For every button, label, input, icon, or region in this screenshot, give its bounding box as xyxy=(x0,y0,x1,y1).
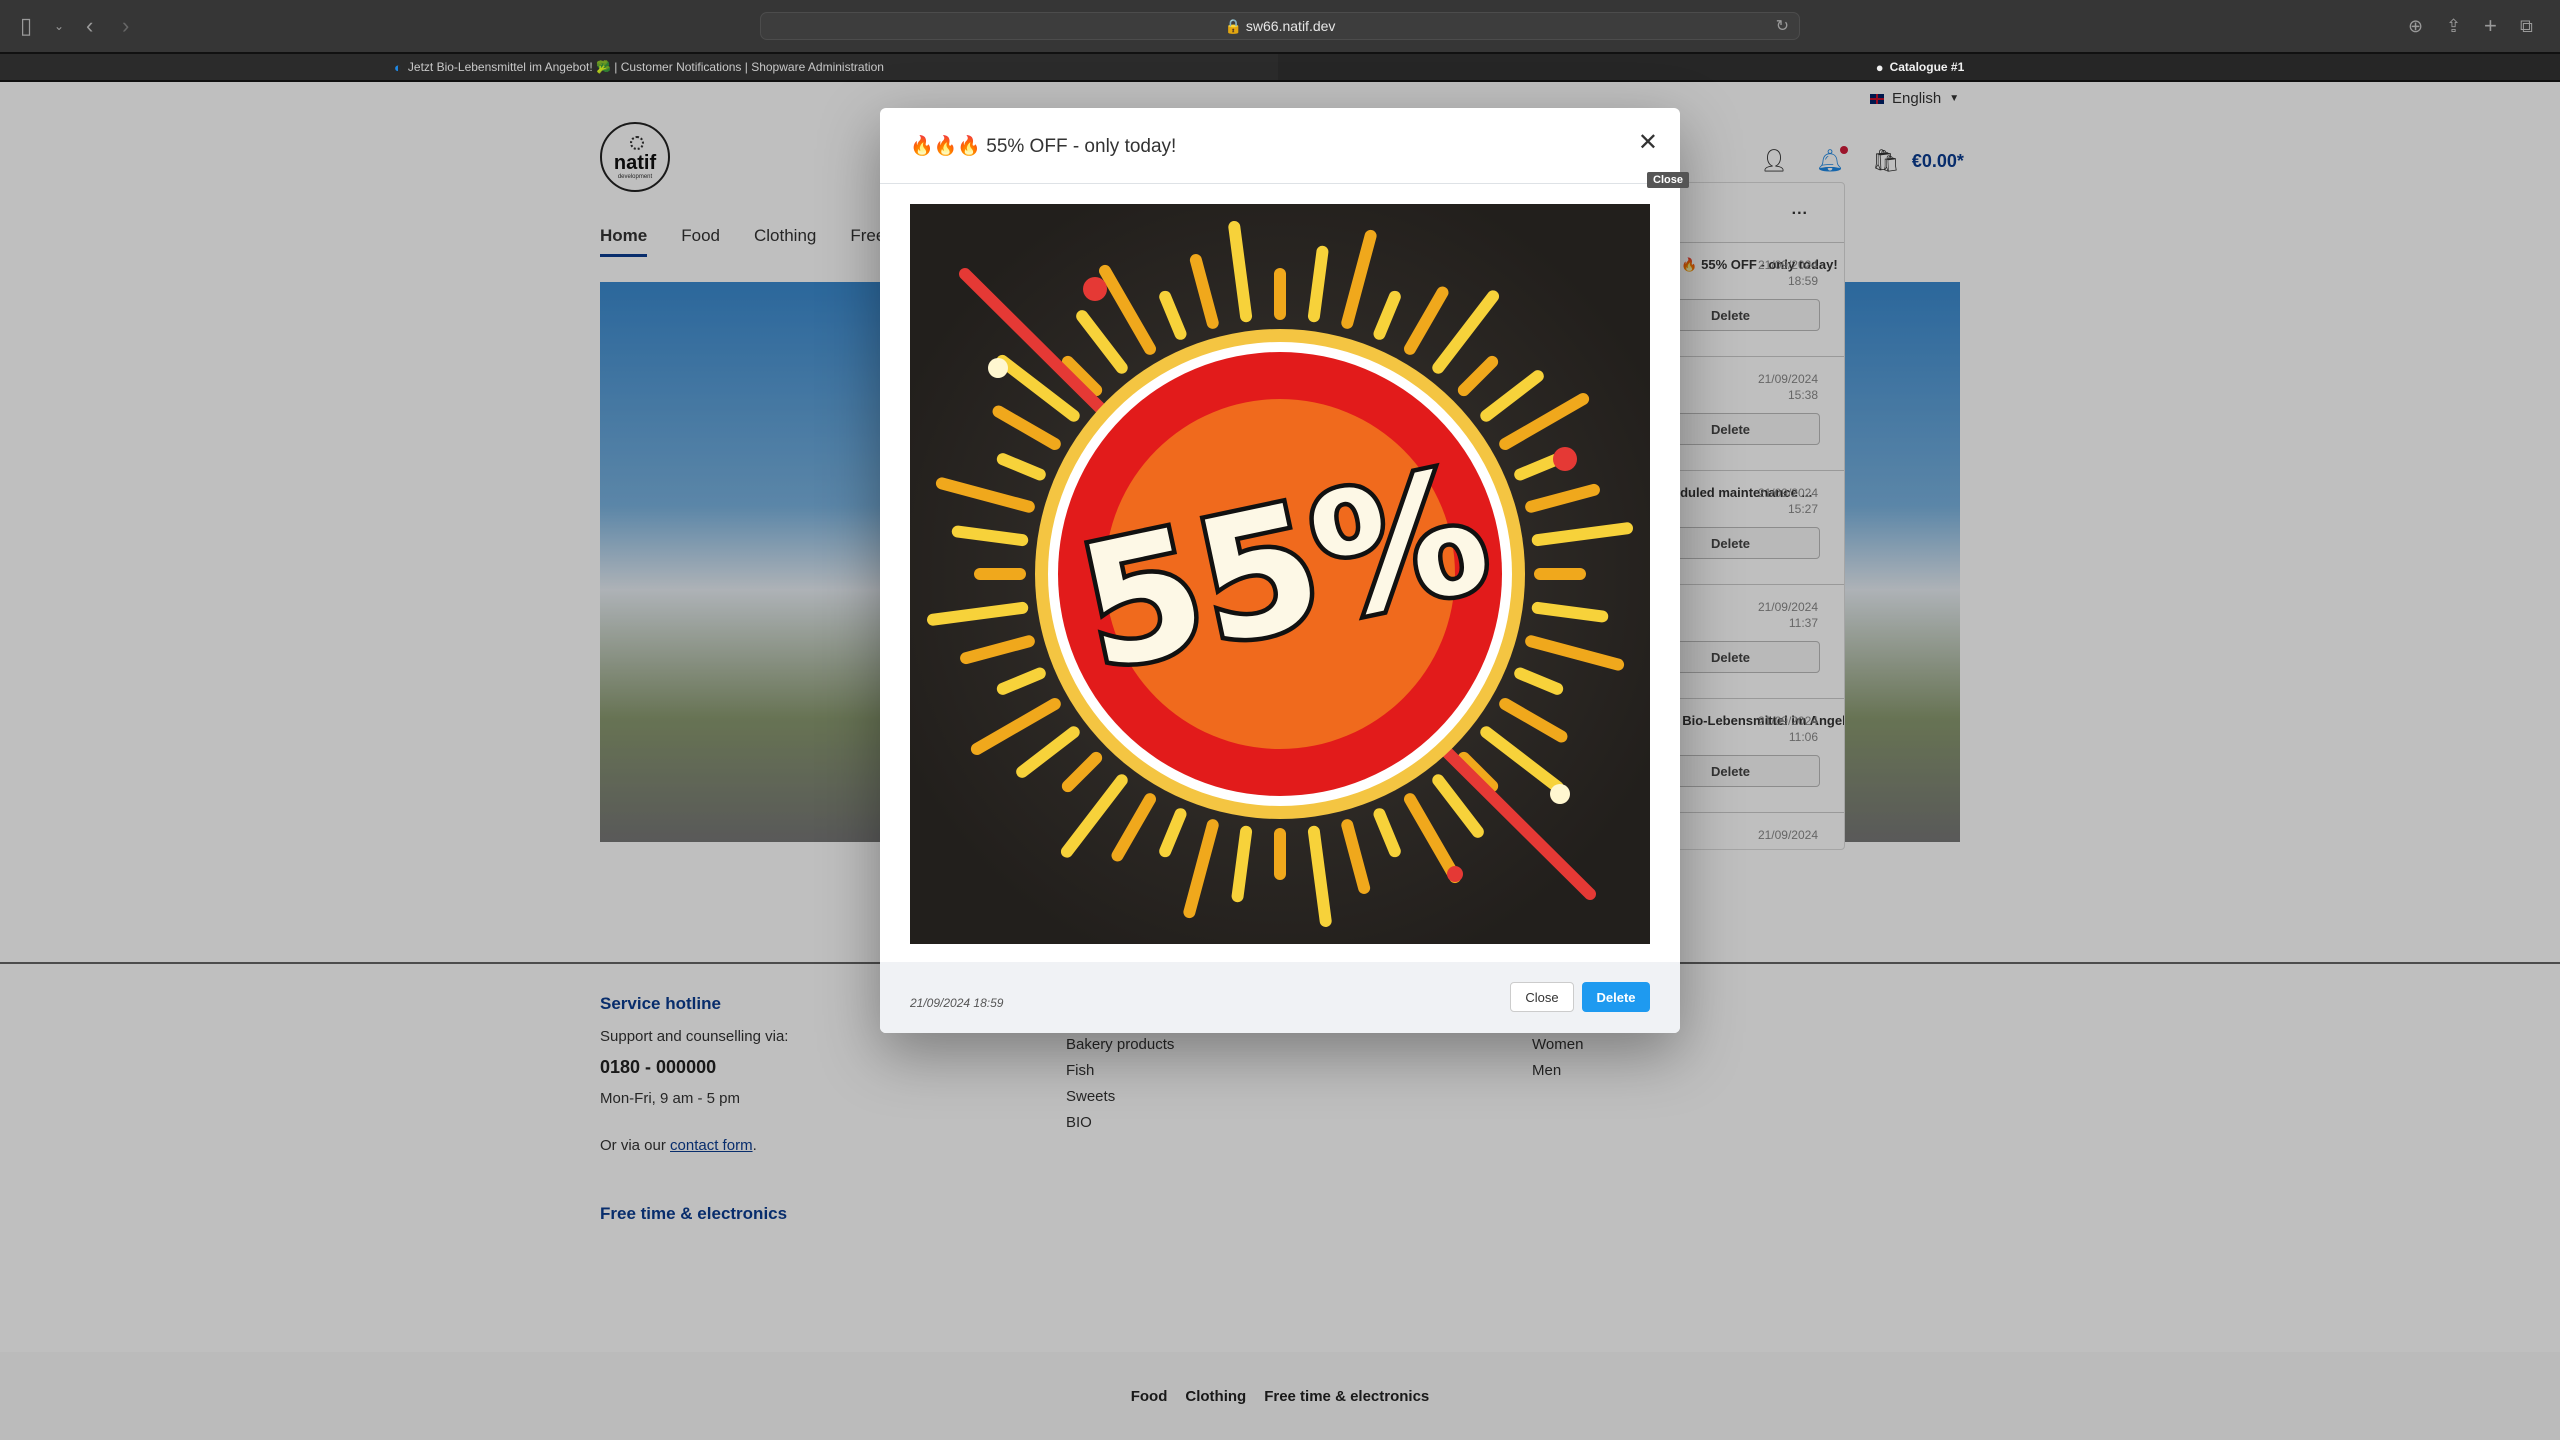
promo-dot xyxy=(1447,866,1463,882)
tab-label: Jetzt Bio-Lebensmittel im Angebot! 🥦 | C… xyxy=(407,60,884,74)
promo-ray xyxy=(1480,370,1544,422)
promo-ray xyxy=(1341,229,1377,329)
promo-ray xyxy=(1159,290,1187,340)
promo-ray xyxy=(1432,290,1500,374)
promo-ray xyxy=(1480,726,1564,794)
promo-ray xyxy=(1514,453,1564,481)
promo-ray xyxy=(1111,793,1156,862)
lock-icon: 🔒 xyxy=(1224,18,1243,34)
promo-ray xyxy=(1404,286,1449,355)
modal-header: 🔥🔥🔥 55% OFF - only today! ✕ xyxy=(880,108,1680,184)
promo-ray xyxy=(951,525,1029,547)
promo-ray xyxy=(1373,290,1401,340)
modal-date: 21/09/2024 18:59 xyxy=(910,996,1004,1010)
tab-overview-icon[interactable]: ⧉ xyxy=(2520,14,2533,38)
promo-ray xyxy=(1404,793,1461,884)
promo-dot xyxy=(988,358,1008,378)
modal-footer: 21/09/2024 18:59 Close Delete xyxy=(880,962,1680,1033)
modal-body: 55% xyxy=(910,204,1650,944)
promo-ray xyxy=(1531,522,1634,547)
promo-ray xyxy=(1432,774,1484,838)
promo-ray xyxy=(992,405,1061,450)
promo-ray xyxy=(926,601,1029,626)
promo-ray xyxy=(1099,264,1156,355)
promo-ray xyxy=(1531,601,1609,623)
promo-ray xyxy=(1060,774,1128,858)
close-icon[interactable]: ✕ xyxy=(1638,128,1658,157)
promo-ray xyxy=(1189,254,1219,329)
catalogue-favicon-icon: ● xyxy=(1875,59,1884,75)
tab-catalogue[interactable]: ● Catalogue #1 xyxy=(1280,54,2560,80)
url-text: sw66.natif.dev xyxy=(1245,18,1336,34)
promo-ray xyxy=(1307,825,1332,928)
tab-label: Catalogue #1 xyxy=(1889,60,1965,74)
promo-ray xyxy=(1016,726,1080,778)
modal-title: 🔥🔥🔥 55% OFF - only today! xyxy=(910,136,1177,157)
promo-ray xyxy=(996,667,1046,695)
promo-ray xyxy=(1514,667,1564,695)
tab-bar: ◐ Jetzt Bio-Lebensmittel im Angebot! 🥦 |… xyxy=(0,52,2560,82)
promo-ray xyxy=(1061,751,1103,793)
promo-ray xyxy=(1183,819,1219,919)
promo-ray xyxy=(1341,819,1371,894)
browser-toolbar: ▯ ⌄ ‹ › 🔒 sw66.natif.dev ↻ ⊕ ⇪ + ⧉ xyxy=(0,0,2560,52)
promo-ray xyxy=(1076,310,1128,374)
share-icon[interactable]: ⇪ xyxy=(2446,14,2461,38)
promo-ray xyxy=(1373,808,1401,858)
close-button[interactable]: Close xyxy=(1510,982,1574,1012)
new-tab-icon[interactable]: + xyxy=(2484,14,2497,38)
forward-icon[interactable]: › xyxy=(122,14,129,38)
shopware-icon: ◐ xyxy=(394,59,402,75)
promo-ray xyxy=(1307,245,1329,323)
promo-ray xyxy=(1525,635,1625,671)
promo-ray xyxy=(1457,355,1499,397)
notification-modal: 🔥🔥🔥 55% OFF - only today! ✕ 55% 21/09/20… xyxy=(880,108,1680,1033)
back-icon[interactable]: ‹ xyxy=(86,14,93,38)
chevron-down-icon[interactable]: ⌄ xyxy=(54,14,64,38)
promo-ray xyxy=(960,635,1035,665)
promo-ray xyxy=(1499,698,1568,743)
promo-ray xyxy=(1159,808,1187,858)
promo-ray xyxy=(1231,825,1253,903)
promo-ray xyxy=(935,477,1035,513)
close-tooltip: Close xyxy=(1647,172,1689,188)
delete-button[interactable]: Delete xyxy=(1582,982,1650,1012)
promo-image: 55% xyxy=(910,204,1650,944)
promo-graphic: 55% xyxy=(926,220,1634,928)
promo-dot xyxy=(1553,447,1577,471)
address-bar[interactable]: 🔒 sw66.natif.dev ↻ xyxy=(760,12,1800,40)
promo-dot xyxy=(1550,784,1570,804)
reload-icon[interactable]: ↻ xyxy=(1776,16,1789,36)
promo-ray xyxy=(1499,393,1590,450)
promo-ray xyxy=(1228,220,1253,323)
promo-dot xyxy=(1083,277,1107,301)
tab-customer-notifications[interactable]: ◐ Jetzt Bio-Lebensmittel im Angebot! 🥦 |… xyxy=(0,54,1278,80)
promo-ray xyxy=(1525,483,1600,513)
promo-ray xyxy=(970,698,1061,755)
promo-ray xyxy=(996,453,1046,481)
sidebar-toggle-icon[interactable]: ▯ xyxy=(20,14,32,38)
download-icon[interactable]: ⊕ xyxy=(2408,14,2423,38)
